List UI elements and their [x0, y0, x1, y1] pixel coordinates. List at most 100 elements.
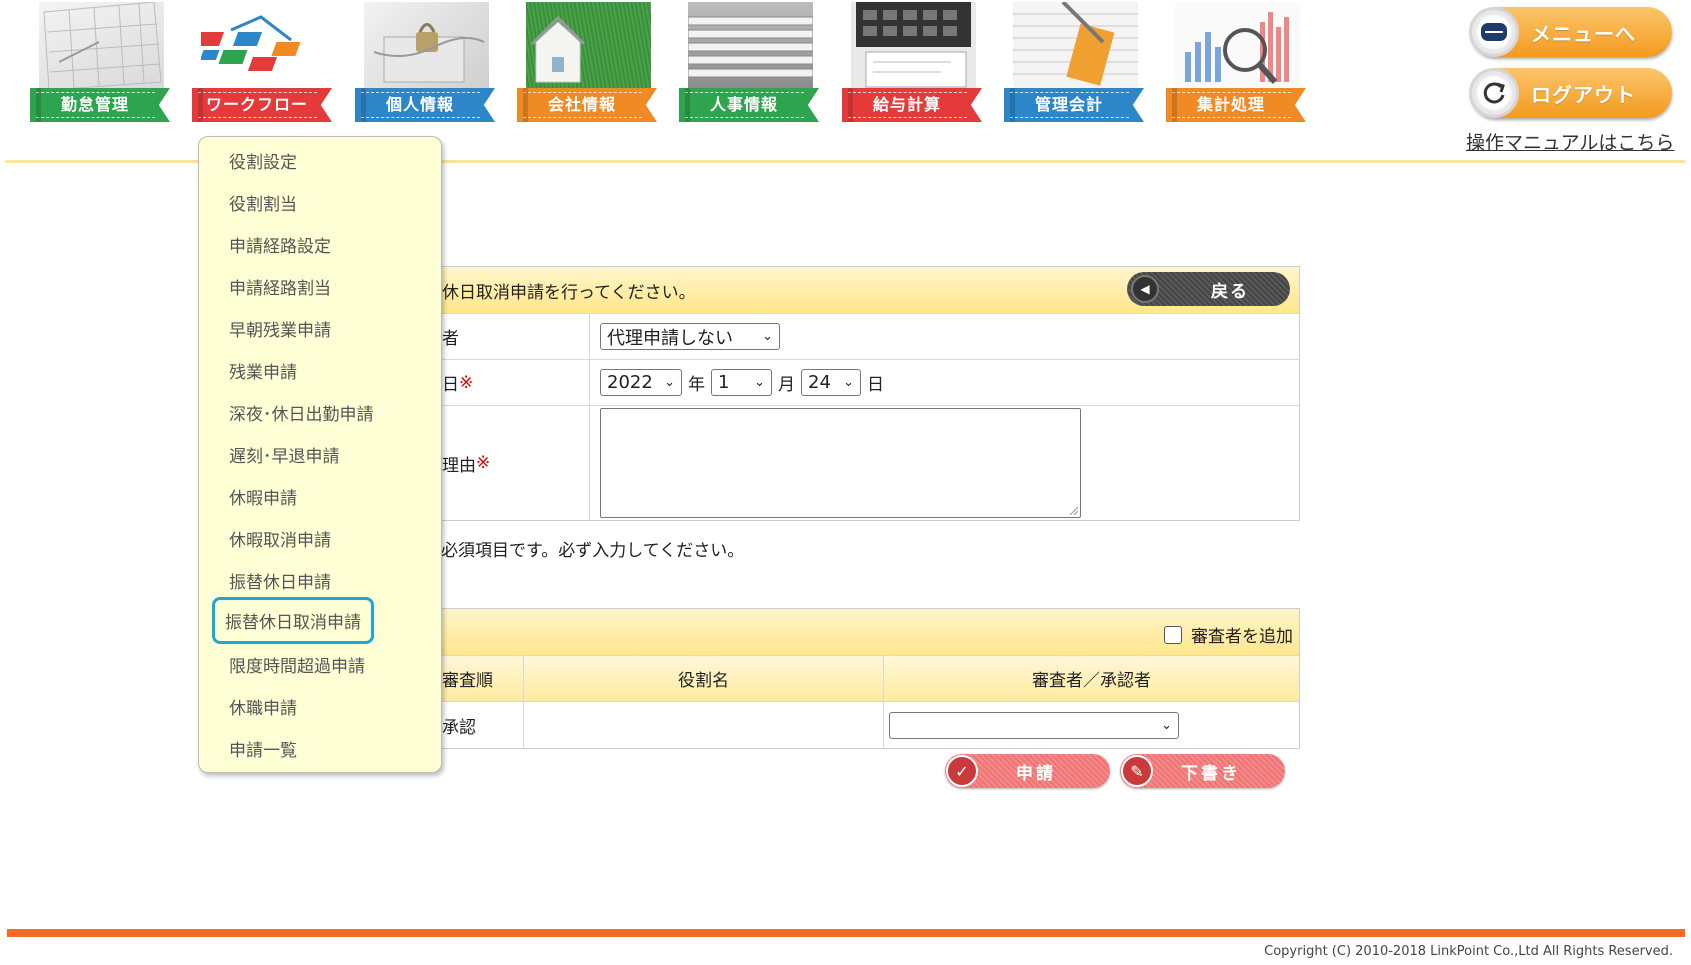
refresh-icon [1469, 68, 1519, 118]
nav-label: ワークフロー [197, 92, 317, 118]
applicant-row: 者 代理申請しない ⌄ [431, 314, 1299, 360]
submit-button[interactable]: ✓ 申請 [945, 754, 1110, 788]
logout-button-label: ログアウト [1531, 82, 1636, 107]
chevron-down-icon: ⌄ [754, 375, 765, 390]
proxy-select[interactable]: 代理申請しない ⌄ [600, 323, 780, 350]
year-select-value: 2022 [607, 372, 653, 393]
manual-link[interactable]: 操作マニュアルはこちら [1466, 128, 1674, 155]
cell-order: 承認 [431, 702, 524, 748]
nav-item-management-accounting[interactable]: 管理会計 [998, 0, 1144, 125]
nav-ribbon: ワークフロー [192, 88, 332, 122]
menu-item-route-settings[interactable]: 申請経路設定 [229, 232, 331, 257]
triangle-left-icon: ◀ [1131, 275, 1159, 303]
table-header-row: 審査順 役割名 審査者／承認者 [431, 656, 1299, 702]
menu-item-leave-of-absence[interactable]: 休職申請 [229, 694, 297, 719]
day-select[interactable]: 24 ⌄ [801, 369, 861, 396]
nav-label: 人事情報 [684, 92, 804, 118]
nav-item-personal-info[interactable]: 個人情報 [349, 0, 495, 125]
month-select[interactable]: 1 ⌄ [711, 369, 772, 396]
month-unit: 月 [778, 375, 795, 395]
menu-button[interactable]: メニューへ [1469, 7, 1672, 57]
house-on-grass-icon [526, 2, 651, 90]
add-reviewer-label: 審査者を追加 [1191, 627, 1293, 647]
approver-select[interactable]: ⌄ [889, 711, 1179, 739]
cell-role [524, 702, 884, 748]
nav-item-hr-info[interactable]: 人事情報 [673, 0, 819, 125]
menu-item-substitute-holiday-cancel[interactable]: 振替休日取消申請 [212, 597, 374, 644]
chevron-down-icon: ⌄ [843, 375, 854, 390]
nav-ribbon: 集計処理 [1166, 88, 1306, 122]
day-unit: 日 [867, 375, 884, 395]
date-label-text: 日 [442, 375, 459, 395]
draft-button[interactable]: ✎ 下書き [1120, 754, 1285, 788]
chart-magnifier-icon [1175, 2, 1300, 90]
reason-textarea[interactable] [600, 408, 1081, 518]
menu-item-leave[interactable]: 休暇申請 [229, 484, 297, 509]
resize-grip-icon[interactable] [1070, 507, 1078, 515]
required-mark: ※ [476, 453, 491, 473]
application-form: 休日取消申請を行ってください。 ◀ 戻る 者 代理申請しない ⌄ 日 ※ 2022… [430, 266, 1300, 521]
nav-item-aggregation[interactable]: 集計処理 [1160, 0, 1306, 125]
menu-item-night-holiday-work[interactable]: 深夜･休日出勤申請 [229, 400, 374, 425]
menu-item-overtime[interactable]: 残業申請 [229, 358, 297, 383]
day-select-value: 24 [808, 372, 831, 393]
nav-label: 管理会計 [1009, 92, 1129, 118]
required-note: 必須項目です。必ず入力してください。 [441, 541, 745, 561]
nav-label: 個人情報 [360, 92, 480, 118]
workflow-dropdown-menu: 役割設定 役割割当 申請経路設定 申請経路割当 早朝残業申請 残業申請 深夜･休… [198, 136, 442, 773]
table-row: 承認 ⌄ [431, 702, 1299, 748]
nav-ribbon: 人事情報 [679, 88, 819, 122]
nav-label: 会社情報 [522, 92, 642, 118]
checkmark-icon: ✓ [946, 755, 978, 787]
menu-item-leave-cancel[interactable]: 休暇取消申請 [229, 526, 331, 551]
menu-item-role-assignment[interactable]: 役割割当 [229, 190, 297, 215]
applicant-label: 者 [431, 314, 590, 359]
calendar-photo-icon [39, 2, 164, 90]
menu-item-role-settings[interactable]: 役割設定 [229, 148, 297, 173]
approver-table-header: 審査者を追加 [431, 609, 1299, 656]
checkbox-icon[interactable] [1164, 625, 1182, 644]
nav-ribbon: 会社情報 [517, 88, 657, 122]
calculator-photo-icon [851, 2, 976, 90]
logout-button[interactable]: ログアウト [1469, 68, 1672, 118]
menu-icon [1469, 7, 1519, 57]
add-reviewer-checkbox[interactable]: 審査者を追加 [1164, 622, 1293, 647]
year-unit: 年 [688, 375, 705, 395]
form-intro: 休日取消申請を行ってください。 [442, 282, 696, 303]
column-header-approver: 審査者／承認者 [1032, 671, 1151, 691]
nav-ribbon: 勤怠管理 [30, 88, 170, 122]
nav-ribbon: 給与計算 [842, 88, 982, 122]
nav-ribbon: 個人情報 [355, 88, 495, 122]
nav-item-workflow[interactable]: ワークフロー [186, 0, 332, 125]
nav-label: 勤怠管理 [35, 92, 155, 118]
month-select-value: 1 [718, 372, 730, 393]
padlock-photo-icon [364, 2, 489, 90]
back-button-label: 戻る [1211, 281, 1249, 302]
required-mark: ※ [459, 372, 474, 393]
menu-item-substitute-holiday[interactable]: 振替休日申請 [229, 568, 331, 593]
nav-label: 集計処理 [1171, 92, 1291, 118]
nav-item-company-info[interactable]: 会社情報 [511, 0, 657, 125]
chevron-down-icon: ⌄ [1161, 717, 1172, 733]
column-header-role: 役割名 [524, 656, 884, 701]
back-button[interactable]: ◀ 戻る [1127, 272, 1290, 306]
menu-button-label: メニューへ [1531, 21, 1636, 46]
menu-item-late-early-leave[interactable]: 遅刻･早退申請 [229, 442, 340, 467]
menu-item-limit-exceed[interactable]: 限度時間超過申請 [229, 652, 365, 677]
file-folders-icon [688, 2, 813, 90]
copyright-text: Copyright (C) 2010-2018 LinkPoint Co.,Lt… [1264, 944, 1673, 959]
menu-item-early-overtime[interactable]: 早朝残業申請 [229, 316, 331, 341]
date-label: 日 ※ [431, 360, 590, 405]
notice-text [452, 227, 1468, 247]
workflow-blocks-icon [201, 2, 326, 90]
footer-bar [7, 929, 1685, 937]
reason-row: 理由 ※ [431, 406, 1299, 520]
year-select[interactable]: 2022 ⌄ [600, 369, 682, 396]
nav-item-attendance[interactable]: 勤怠管理 [24, 0, 170, 125]
chevron-down-icon: ⌄ [762, 329, 773, 344]
ledger-photo-icon [1013, 2, 1138, 90]
nav-item-payroll[interactable]: 給与計算 [836, 0, 982, 125]
cell-approver: ⌄ [884, 702, 1299, 748]
menu-item-route-assignment[interactable]: 申請経路割当 [229, 274, 331, 299]
menu-item-application-list[interactable]: 申請一覧 [229, 736, 297, 761]
